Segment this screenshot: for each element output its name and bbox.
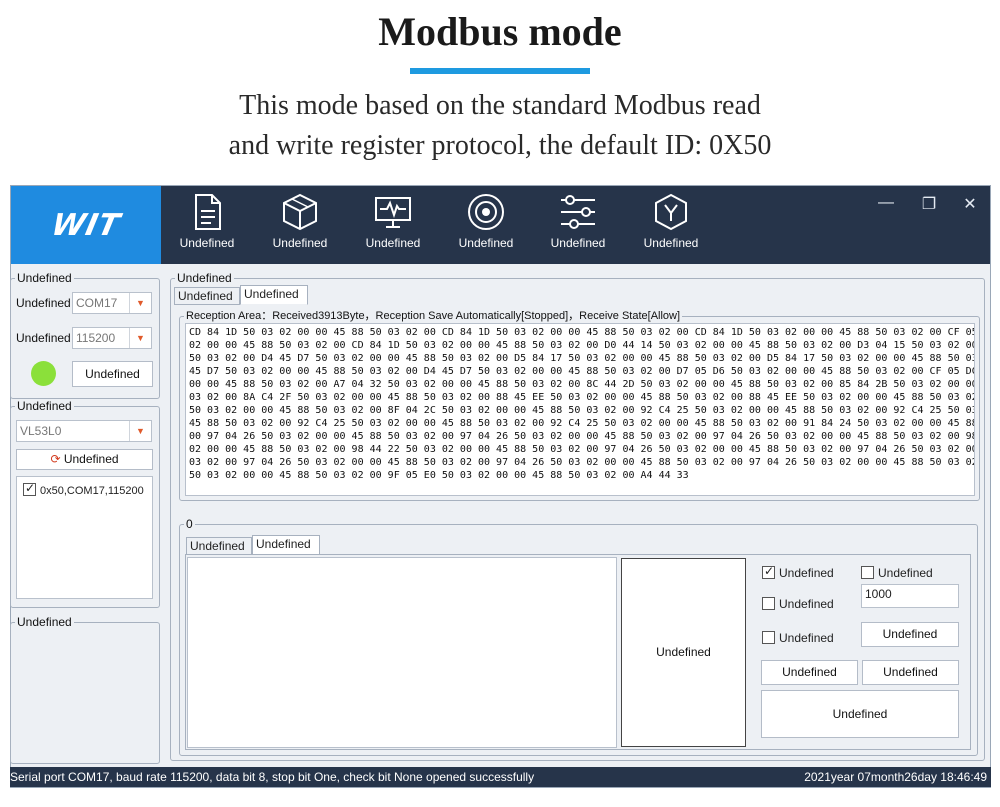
option-button[interactable]: Undefined <box>861 622 959 647</box>
chevron-down-icon: ▼ <box>129 421 151 441</box>
sliders-icon <box>538 192 618 232</box>
rx-line: CD 84 1D 50 03 02 00 00 45 88 50 03 02 0… <box>189 327 975 338</box>
option-checkbox-4[interactable]: Undefined <box>762 631 834 645</box>
chevron-down-icon: ▼ <box>129 328 151 348</box>
list-item[interactable]: 0x50,COM17,115200 <box>17 477 152 497</box>
cube-icon <box>260 192 340 232</box>
refresh-icon: ⟳ <box>50 452 61 466</box>
tab-data-2[interactable]: Undefined <box>240 285 308 305</box>
toolbar-label: Undefined <box>550 236 606 250</box>
device-type-select[interactable]: VL53L0 ▼ <box>16 420 152 442</box>
tab-send-1[interactable]: Undefined <box>186 537 252 555</box>
connection-status-indicator <box>31 361 56 386</box>
description-line-2: and write register protocol, the default… <box>228 130 772 161</box>
option-checkbox-3[interactable]: Undefined <box>762 597 834 611</box>
checkbox[interactable] <box>762 631 775 644</box>
open-port-button[interactable]: Undefined <box>72 361 153 387</box>
group-title: Undefined <box>15 399 74 413</box>
toolbar-monitor-button[interactable]: Undefined <box>353 192 433 260</box>
y-shield-icon <box>631 192 711 232</box>
checkbox[interactable] <box>762 597 775 610</box>
toolbar-label: Undefined <box>365 236 421 250</box>
wide-action-button[interactable]: Undefined <box>761 690 959 738</box>
toolbar-label: Undefined <box>458 236 514 250</box>
search-device-button[interactable]: ⟳ Undefined <box>16 449 153 470</box>
rx-line: 50 03 02 00 00 45 88 50 03 02 00 8F 04 2… <box>189 405 975 416</box>
option-label: Undefined <box>779 566 834 580</box>
toolbar-label: Undefined <box>272 236 328 250</box>
reception-title: Reception Area：Received3913Byte，Receptio… <box>184 309 683 323</box>
description-line-1: This mode based on the standard Modbus r… <box>239 90 761 121</box>
toolbar-y-button[interactable]: Undefined <box>631 192 711 260</box>
rx-line: 02 00 00 45 88 50 03 02 00 98 44 22 50 0… <box>189 444 975 455</box>
title-bar: WIT Undefined Undefined Undefined Undefi… <box>11 186 990 264</box>
tab-data-1[interactable]: Undefined <box>174 287 240 305</box>
device-label: 0x50,COM17,115200 <box>40 485 144 497</box>
action-button-left[interactable]: Undefined <box>761 660 858 685</box>
baud-value: 115200 <box>76 331 116 345</box>
port-label: Undefined <box>16 296 71 310</box>
option-label: Undefined <box>878 566 933 580</box>
port-value: COM17 <box>76 296 118 310</box>
device-checkbox[interactable] <box>23 481 36 496</box>
toolbar-label: Undefined <box>643 236 699 250</box>
group-title: Undefined <box>15 615 74 629</box>
status-message: Serial port COM17, baud rate 115200, dat… <box>10 770 535 784</box>
monitor-waveform-icon <box>353 192 433 232</box>
logo: WIT <box>11 186 161 264</box>
rx-line: 03 02 00 97 04 26 50 03 02 00 00 45 88 5… <box>189 457 975 468</box>
chevron-down-icon: ▼ <box>129 293 151 313</box>
toolbar-sliders-button[interactable]: Undefined <box>538 192 618 260</box>
rx-line: 45 88 50 03 02 00 92 C4 25 50 03 02 00 0… <box>189 418 975 429</box>
info-group: Undefined <box>10 615 160 764</box>
toolbar-document-button[interactable]: Undefined <box>167 192 247 260</box>
interval-input[interactable]: 1000 <box>861 584 959 608</box>
group-title: 0 <box>184 517 195 531</box>
minimize-button[interactable]: — <box>874 194 898 214</box>
search-button-label: Undefined <box>63 452 119 466</box>
port-select[interactable]: COM17 ▼ <box>72 292 152 314</box>
title-underline <box>410 68 590 74</box>
send-input[interactable] <box>187 557 617 748</box>
status-datetime: 2021year 07month26day 18:46:49 <box>804 770 987 784</box>
page-title: Modbus mode <box>378 9 622 54</box>
group-title: Undefined <box>175 271 234 285</box>
rx-line: 50 03 02 00 00 45 88 50 03 02 00 9F 05 E… <box>189 470 689 481</box>
send-button[interactable]: Undefined <box>621 558 746 747</box>
rx-line: 45 D7 50 03 02 00 00 45 88 50 03 02 00 D… <box>189 366 975 377</box>
rx-line: 00 97 04 26 50 03 02 00 00 45 88 50 03 0… <box>189 431 975 442</box>
page-description: This mode based on the standard Modbus r… <box>0 86 1000 166</box>
option-checkbox-1[interactable]: Undefined <box>762 564 834 580</box>
option-label: Undefined <box>779 631 834 645</box>
option-label: Undefined <box>779 597 834 611</box>
group-title: Undefined <box>15 271 74 285</box>
reception-area[interactable]: CD 84 1D 50 03 02 00 00 45 88 50 03 02 0… <box>185 323 975 496</box>
tab-send-2[interactable]: Undefined <box>252 535 320 555</box>
rx-line: 00 00 45 88 50 03 02 00 A7 04 32 50 03 0… <box>189 379 975 390</box>
toolbar-target-button[interactable]: Undefined <box>446 192 526 260</box>
option-checkbox-2[interactable]: Undefined <box>861 566 933 580</box>
checkbox[interactable] <box>762 564 775 579</box>
target-icon <box>446 192 526 232</box>
logo-text: WIT <box>48 207 124 243</box>
close-button[interactable]: ✕ <box>958 194 982 214</box>
action-button-right[interactable]: Undefined <box>862 660 959 685</box>
baud-select[interactable]: 115200 ▼ <box>72 327 152 349</box>
document-icon <box>167 192 247 232</box>
rx-line: 03 02 00 8A C4 2F 50 03 02 00 00 45 88 5… <box>189 392 975 403</box>
device-type-value: VL53L0 <box>20 424 62 438</box>
status-bar: Serial port COM17, baud rate 115200, dat… <box>10 767 991 787</box>
rx-line: 02 00 00 45 88 50 03 02 00 CD 84 1D 50 0… <box>189 340 975 351</box>
device-list: 0x50,COM17,115200 <box>16 476 153 599</box>
restore-button[interactable]: ❐ <box>917 194 941 214</box>
rx-line: 50 03 02 00 D4 45 D7 50 03 02 00 00 45 8… <box>189 353 975 364</box>
toolbar-cube-button[interactable]: Undefined <box>260 192 340 260</box>
checkbox[interactable] <box>861 566 874 579</box>
baud-label: Undefined <box>16 331 71 345</box>
toolbar-label: Undefined <box>179 236 235 250</box>
